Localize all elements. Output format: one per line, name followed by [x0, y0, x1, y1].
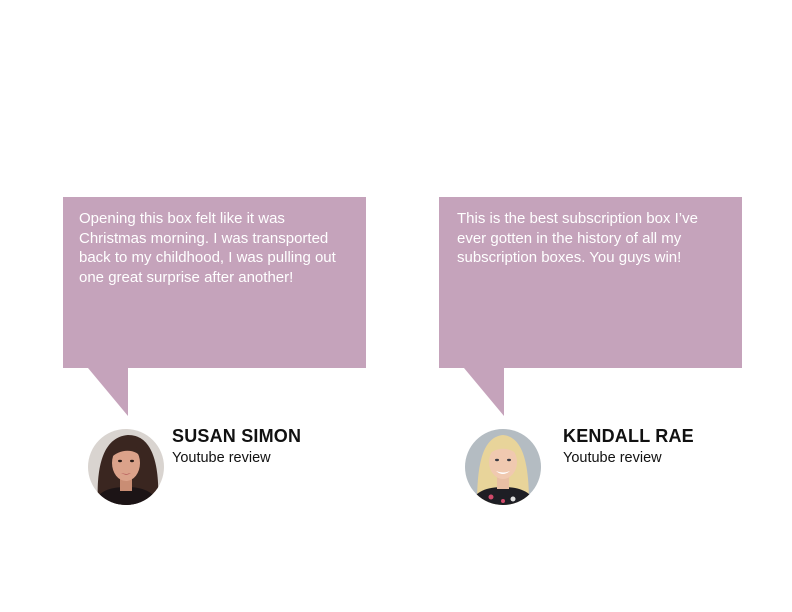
speech-bubble-kendall-rae: This is the best subscription box I’ve e…: [439, 197, 742, 368]
speech-bubble-tail: [464, 368, 504, 416]
speech-bubble-tail: [88, 368, 128, 416]
testimonial-quote: Opening this box felt like it was Christ…: [79, 210, 336, 286]
testimonial-quote: This is the best subscription box I’ve e…: [457, 210, 698, 266]
reviewer-info-kendall-rae: KENDALL RAE Youtube review: [563, 425, 694, 468]
reviewer-source: Youtube review: [563, 450, 662, 466]
reviewer-name: KENDALL RAE: [563, 426, 694, 446]
reviewer-info-susan-simon: SUSAN SIMON Youtube review: [172, 425, 301, 468]
reviewer-photo-icon: [465, 429, 541, 505]
avatar-susan-simon: [88, 429, 164, 505]
reviewer-photo-icon: [88, 429, 164, 505]
reviewer-name: SUSAN SIMON: [172, 426, 302, 446]
reviewer-source: Youtube review: [172, 450, 271, 466]
avatar-kendall-rae: [465, 429, 541, 505]
speech-bubble-susan-simon: Opening this box felt like it was Christ…: [63, 197, 366, 368]
